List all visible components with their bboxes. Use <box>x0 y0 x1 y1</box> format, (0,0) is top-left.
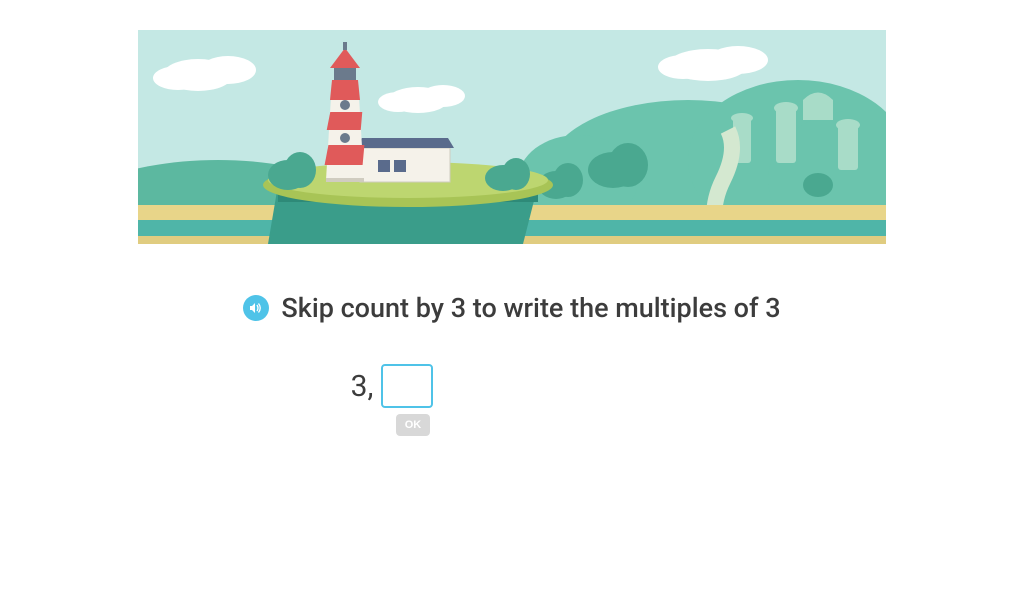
speaker-icon <box>248 300 264 316</box>
answer-input[interactable] <box>381 364 433 408</box>
question-text: Skip count by 3 to write the multiples o… <box>281 292 780 324</box>
given-number: 3, <box>351 369 374 404</box>
ok-button[interactable]: OK <box>396 414 430 436</box>
audio-button[interactable] <box>243 295 269 321</box>
illustration-scene <box>138 30 886 244</box>
answer-area: 3, OK <box>138 364 886 436</box>
answer-row: 3, <box>351 364 434 408</box>
landscape-svg <box>138 30 886 244</box>
question-area: Skip count by 3 to write the multiples o… <box>138 292 886 436</box>
question-row: Skip count by 3 to write the multiples o… <box>138 292 886 324</box>
